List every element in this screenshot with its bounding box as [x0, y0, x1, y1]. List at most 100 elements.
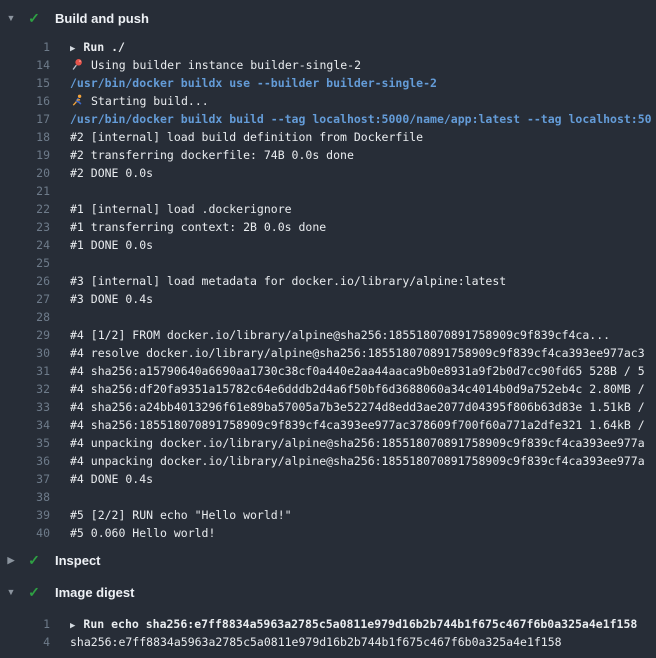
log-groups: ▼✓Build and push1▶Run ./14Using builder … [0, 4, 656, 651]
log-group-header-inspect[interactable]: ▶✓Inspect [0, 546, 656, 574]
log-text-value: #4 resolve docker.io/library/alpine@sha2… [70, 346, 645, 360]
log-text-value: #2 transferring dockerfile: 74B 0.0s don… [70, 148, 354, 162]
log-text: sha256:e7ff8834a5963a2785c5a0811e979d16b… [70, 633, 656, 651]
run-group-expander-icon[interactable]: ▶ [70, 617, 75, 633]
log-line: 33 #4 sha256:a24bb4013296f61e89ba57005a7b… [0, 398, 656, 416]
log-group-build-and-push: ▼✓Build and push1▶Run ./14Using builder … [0, 4, 656, 542]
chevron-down-icon[interactable]: ▼ [0, 13, 22, 23]
log-text-value: Run echo sha256:e7ff8834a5963a2785c5a081… [83, 617, 637, 631]
line-number[interactable]: 28 [0, 308, 50, 326]
log-line: 20 #2 DONE 0.0s [0, 164, 656, 182]
line-number[interactable]: 29 [0, 326, 50, 344]
line-number[interactable]: 34 [0, 416, 50, 434]
log-text-value: #4 sha256:a15790640a6690aa1730c38cf0a440… [70, 364, 645, 378]
log-lines-build-and-push: 1▶Run ./14Using builder instance builder… [0, 38, 656, 542]
success-check-icon: ✓ [22, 584, 46, 601]
log-text: #2 DONE 0.0s [70, 164, 656, 182]
run-group-expander-icon[interactable]: ▶ [70, 40, 75, 56]
line-number[interactable]: 32 [0, 380, 50, 398]
log-line: 14 Using builder instance builder-single-… [0, 56, 656, 74]
log-text: #4 DONE 0.4s [70, 470, 656, 488]
line-number[interactable]: 40 [0, 524, 50, 542]
line-number[interactable]: 21 [0, 182, 50, 200]
line-number[interactable]: 36 [0, 452, 50, 470]
log-text-value: #3 [internal] load metadata for docker.i… [70, 274, 506, 288]
line-number[interactable]: 27 [0, 290, 50, 308]
line-number[interactable]: 15 [0, 74, 50, 92]
line-number[interactable]: 18 [0, 128, 50, 146]
line-number[interactable]: 1 [0, 615, 50, 633]
line-number[interactable]: 20 [0, 164, 50, 182]
log-text-value: #4 unpacking docker.io/library/alpine@sh… [70, 436, 645, 450]
log-line: 15/usr/bin/docker buildx use --builder b… [0, 74, 656, 92]
log-text: #1 DONE 0.0s [70, 236, 656, 254]
line-number[interactable]: 35 [0, 434, 50, 452]
log-group-inspect: ▶✓Inspect [0, 546, 656, 574]
log-text-value: #1 [internal] load .dockerignore [70, 202, 292, 216]
log-text-value: #2 [internal] load build definition from… [70, 130, 423, 144]
log-text: #4 sha256:a24bb4013296f61e89ba57005a7b3e… [70, 398, 656, 416]
log-line: 23 #1 transferring context: 2B 0.0s done [0, 218, 656, 236]
log-text: #2 [internal] load build definition from… [70, 128, 656, 146]
log-text [70, 488, 656, 506]
log-line: 38 [0, 488, 656, 506]
line-number[interactable]: 38 [0, 488, 50, 506]
log-line: 16Starting build... [0, 92, 656, 110]
success-check-icon: ✓ [22, 10, 46, 27]
chevron-down-icon[interactable]: ▼ [0, 587, 22, 597]
log-line: 37 #4 DONE 0.4s [0, 470, 656, 488]
line-number[interactable]: 24 [0, 236, 50, 254]
log-line: 30 #4 resolve docker.io/library/alpine@sh… [0, 344, 656, 362]
line-number[interactable]: 23 [0, 218, 50, 236]
line-number[interactable]: 31 [0, 362, 50, 380]
log-text: #4 unpacking docker.io/library/alpine@sh… [70, 434, 656, 452]
line-number[interactable]: 30 [0, 344, 50, 362]
log-group-header-build-and-push[interactable]: ▼✓Build and push [0, 4, 656, 32]
log-line: 4 sha256:e7ff8834a5963a2785c5a0811e979d16… [0, 633, 656, 651]
line-number[interactable]: 19 [0, 146, 50, 164]
line-number[interactable]: 1 [0, 38, 50, 56]
log-text: #5 [2/2] RUN echo "Hello world!" [70, 506, 656, 524]
log-text: #4 resolve docker.io/library/alpine@sha2… [70, 344, 656, 362]
log-text: #4 unpacking docker.io/library/alpine@sh… [70, 452, 656, 470]
line-number[interactable]: 16 [0, 92, 50, 110]
log-group-label: Build and push [46, 11, 149, 26]
log-command-text: /usr/bin/docker buildx build --tag local… [70, 110, 656, 128]
log-group-header-image-digest[interactable]: ▼✓Image digest [0, 578, 656, 606]
line-number[interactable]: 22 [0, 200, 50, 218]
pushpin-icon [70, 58, 84, 71]
log-line: 19 #2 transferring dockerfile: 74B 0.0s d… [0, 146, 656, 164]
log-text: #4 sha256:a15790640a6690aa1730c38cf0a440… [70, 362, 656, 380]
log-line: 36 #4 unpacking docker.io/library/alpine@… [0, 452, 656, 470]
log-line: 40#5 0.060 Hello world! [0, 524, 656, 542]
log-text-value: sha256:e7ff8834a5963a2785c5a0811e979d16b… [70, 635, 562, 649]
log-text-value: #1 transferring context: 2B 0.0s done [70, 220, 326, 234]
log-text [70, 308, 656, 326]
log-line: 1 ▶ Run echo sha256:e7ff8834a5963a2785c5a0… [0, 615, 656, 633]
line-number[interactable]: 26 [0, 272, 50, 290]
line-number[interactable]: 33 [0, 398, 50, 416]
actions-log-viewer: ▼✓Build and push1▶Run ./14Using builder … [0, 0, 656, 658]
log-text-value: /usr/bin/docker buildx build --tag local… [70, 112, 652, 126]
log-text: Using builder instance builder-single-2 [70, 56, 656, 74]
log-text: #4 sha256:185518070891758909c9f839cf4ca3… [70, 416, 656, 434]
log-text: ▶ Run echo sha256:e7ff8834a5963a2785c5a08… [70, 615, 656, 633]
log-text: #4 sha256:df20fa9351a15782c64e6dddb2d4a6… [70, 380, 656, 398]
chevron-right-icon[interactable]: ▶ [0, 555, 22, 566]
line-number[interactable]: 39 [0, 506, 50, 524]
line-number[interactable]: 14 [0, 56, 50, 74]
log-text [70, 182, 656, 200]
log-text: #1 transferring context: 2B 0.0s done [70, 218, 656, 236]
log-text: #3 DONE 0.4s [70, 290, 656, 308]
log-line: 35 #4 unpacking docker.io/library/alpine@… [0, 434, 656, 452]
log-line: 17/usr/bin/docker buildx build --tag loc… [0, 110, 656, 128]
log-text-value: #4 DONE 0.4s [70, 472, 153, 486]
log-line: 24 #1 DONE 0.0s [0, 236, 656, 254]
line-number[interactable]: 25 [0, 254, 50, 272]
log-command-text: /usr/bin/docker buildx use --builder bui… [70, 74, 656, 92]
log-text: #3 [internal] load metadata for docker.i… [70, 272, 656, 290]
line-number[interactable]: 37 [0, 470, 50, 488]
log-line: 22 #1 [internal] load .dockerignore [0, 200, 656, 218]
line-number[interactable]: 4 [0, 633, 50, 651]
line-number[interactable]: 17 [0, 110, 50, 128]
